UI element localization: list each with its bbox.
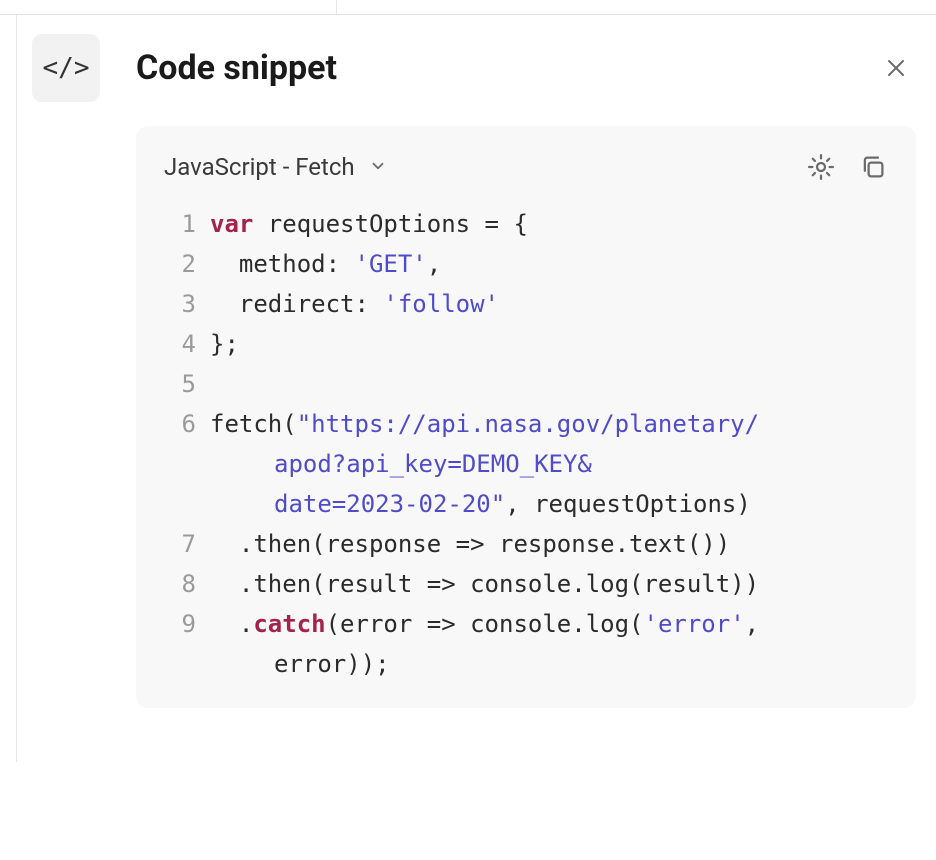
line-number: 3 <box>164 284 196 324</box>
line-number: 7 <box>164 524 196 564</box>
language-select[interactable]: JavaScript - Fetch <box>164 153 387 181</box>
code-snippet-panel: </> Code snippet JavaScript - Fetch <box>32 34 916 708</box>
line-number: 9 <box>164 604 196 644</box>
line-number: 5 <box>164 364 196 404</box>
gear-icon <box>806 152 836 182</box>
chevron-down-icon <box>369 153 387 181</box>
panel-header: </> Code snippet <box>32 34 916 102</box>
line-number: 4 <box>164 324 196 364</box>
line-number: 1 <box>164 204 196 244</box>
panel-title: Code snippet <box>136 48 876 88</box>
close-button[interactable] <box>876 48 916 88</box>
language-label: JavaScript - Fetch <box>164 153 355 181</box>
line-number: 6 <box>164 404 196 444</box>
copy-button[interactable] <box>858 152 888 182</box>
code-content: 1var requestOptions = {2 method: 'GET',3… <box>164 204 888 684</box>
code-icon: </> <box>32 34 100 102</box>
close-icon <box>884 56 908 80</box>
code-toolbar: JavaScript - Fetch <box>164 152 888 182</box>
settings-button[interactable] <box>806 152 836 182</box>
code-block: JavaScript - Fetch 1var requestOptions <box>136 126 916 708</box>
line-number: 2 <box>164 244 196 284</box>
copy-icon <box>858 152 888 182</box>
line-number: 8 <box>164 564 196 604</box>
